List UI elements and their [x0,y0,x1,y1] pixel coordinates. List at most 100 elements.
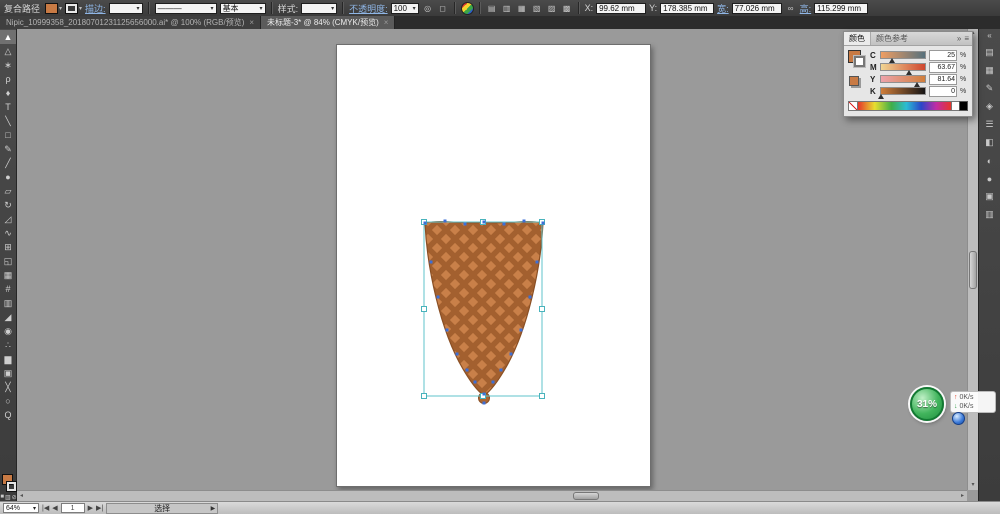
clip-mask-icon[interactable]: ◻ [437,2,449,14]
out-of-gamut-icon[interactable] [849,76,859,86]
mesh-tool[interactable]: # [0,282,16,296]
tab-nipic-document[interactable]: Nipic_10999358_20180701231125656000.ai* … [0,16,262,29]
constrain-proportions-icon[interactable]: ∞ [785,2,797,14]
horizontal-scroll-thumb[interactable] [573,492,599,500]
tab-color[interactable]: 颜色 [844,32,871,45]
width-label[interactable]: 宽: [717,2,729,15]
black-value-field[interactable]: 0 [929,85,957,97]
zoom-level-dropdown[interactable]: 64% ▾ [3,503,39,513]
width-field[interactable]: 77.026 mm [731,2,782,14]
collapse-panel-icon[interactable]: » [957,34,961,43]
align-middle-icon[interactable]: ▨ [546,2,558,14]
layers-panel-icon[interactable]: ▣ [981,190,999,203]
cyan-slider[interactable] [880,51,926,63]
status-tool-field[interactable]: 选择 ▶ [106,502,219,514]
close-icon[interactable]: × [249,18,254,27]
download-progress-badge[interactable]: 31% [910,387,944,421]
none-swatch[interactable] [848,100,858,111]
download-widget[interactable]: 31% ↑ 0K/s ↓ 0K/s [910,387,1000,427]
panel-menu-icon[interactable]: ≡ [964,34,969,43]
transparency-panel-icon[interactable]: ◐ [981,154,999,167]
zoom-tool[interactable]: Q [0,408,16,422]
rectangle-tool[interactable]: □ [0,128,16,142]
artboard-tool[interactable]: ▣ [0,366,16,380]
slice-tool[interactable]: ╳ [0,380,16,394]
opacity-field[interactable]: 100 ▾ [390,2,419,14]
gradient-mode-icon[interactable]: ▥ [5,494,11,501]
white-swatch[interactable] [951,100,959,111]
align-left-icon[interactable]: ▤ [486,2,498,14]
yellow-value-field[interactable]: 81.64 [929,73,957,85]
brushes-panel-icon[interactable]: ✎ [981,82,999,95]
align-right-icon[interactable]: ▦ [516,2,528,14]
column-graph-tool[interactable]: ▆ [0,352,16,366]
panel-fill-stroke[interactable] [848,50,866,96]
opacity-link[interactable]: 不透明度: [349,2,388,15]
black-slider[interactable] [878,87,926,99]
variable-width-profile-dropdown[interactable]: ——— ▾ [154,2,217,14]
stroke-panel-icon[interactable]: ☰ [981,118,999,131]
tab-color-guide[interactable]: 颜色参考 [871,32,913,45]
first-artboard-icon[interactable]: |◀ [42,504,49,512]
panel-stroke-swatch[interactable] [854,56,865,67]
next-artboard-icon[interactable]: ▶ [88,504,93,512]
expand-panels-icon[interactable]: « [987,31,991,41]
prev-artboard-icon[interactable]: ◀ [52,504,57,512]
color-spectrum-bar[interactable] [848,99,968,112]
black-swatch[interactable] [959,100,968,111]
align-bottom-icon[interactable]: ▩ [561,2,573,14]
swatches-panel-icon[interactable]: ▦ [981,64,999,77]
symbols-panel-icon[interactable]: ◈ [981,100,999,113]
yellow-slider[interactable] [880,75,926,87]
magenta-value-field[interactable]: 63.67 [929,61,957,73]
scroll-left-icon[interactable]: ◂ [17,491,26,501]
stroke-weight-dropdown[interactable]: ▾ [108,2,143,14]
stroke-proxy-swatch[interactable] [6,482,16,491]
graphic-style-dropdown[interactable]: ▾ [301,2,338,14]
line-segment-tool[interactable]: ╲ [0,114,16,128]
color-mode-icon[interactable]: ■ [0,494,4,501]
magic-wand-tool[interactable]: ∗ [0,58,16,72]
align-top-icon[interactable]: ▧ [531,2,543,14]
gradient-tool[interactable]: ▥ [0,296,16,310]
magenta-slider[interactable] [880,63,926,75]
symbol-sprayer-tool[interactable]: ∴ [0,338,16,352]
brush-definition-dropdown[interactable]: 基本 ▾ [219,2,266,14]
gradient-panel-icon[interactable]: ◧ [981,136,999,149]
stroke-panel-link[interactable]: 描边: [85,2,106,15]
scroll-right-icon[interactable]: ▸ [958,491,967,501]
height-field[interactable]: 115.299 mm [814,2,869,14]
rotate-tool[interactable]: ↻ [0,198,16,212]
scroll-down-icon[interactable]: ▾ [968,481,978,490]
slider-thumb[interactable] [906,67,912,75]
cyan-value-field[interactable]: 25 [929,49,957,61]
status-options-icon[interactable]: ▶ [211,505,216,512]
vertical-scroll-thumb[interactable] [969,251,977,289]
selection-tool[interactable]: ▲ [0,30,16,44]
paintbrush-tool[interactable]: ✎ [0,142,16,156]
slider-thumb[interactable] [878,91,884,99]
blob-brush-tool[interactable]: ● [0,170,16,184]
last-artboard-icon[interactable]: ▶| [96,504,103,512]
recolor-artwork-icon[interactable] [460,1,474,15]
free-transform-tool[interactable]: ⊞ [0,240,16,254]
canvas[interactable]: ▴ ▾ ◂ ▸ [17,29,978,501]
spectrum-ramp[interactable] [858,100,951,111]
slider-thumb[interactable] [889,55,895,63]
slider-thumb[interactable] [913,79,920,87]
hand-tool[interactable]: ○ [0,394,16,408]
pen-tool[interactable]: ♦ [0,86,16,100]
horizontal-scrollbar[interactable]: ◂ ▸ [17,490,967,501]
type-tool[interactable]: T [0,100,16,114]
x-field[interactable]: 99.62 mm [596,2,647,14]
direct-selection-tool[interactable]: △ [0,44,16,58]
cone-artwork[interactable] [410,212,560,422]
opacity-mask-icon[interactable]: ◎ [422,2,434,14]
align-center-icon[interactable]: ▥ [501,2,513,14]
height-label[interactable]: 高: [800,2,812,15]
scale-tool[interactable]: ◿ [0,212,16,226]
color-panel-header[interactable]: 颜色 颜色参考 » ≡ [844,32,972,46]
lasso-tool[interactable]: ρ [0,72,16,86]
download-ball-icon[interactable] [952,412,965,425]
blend-tool[interactable]: ◉ [0,324,16,338]
